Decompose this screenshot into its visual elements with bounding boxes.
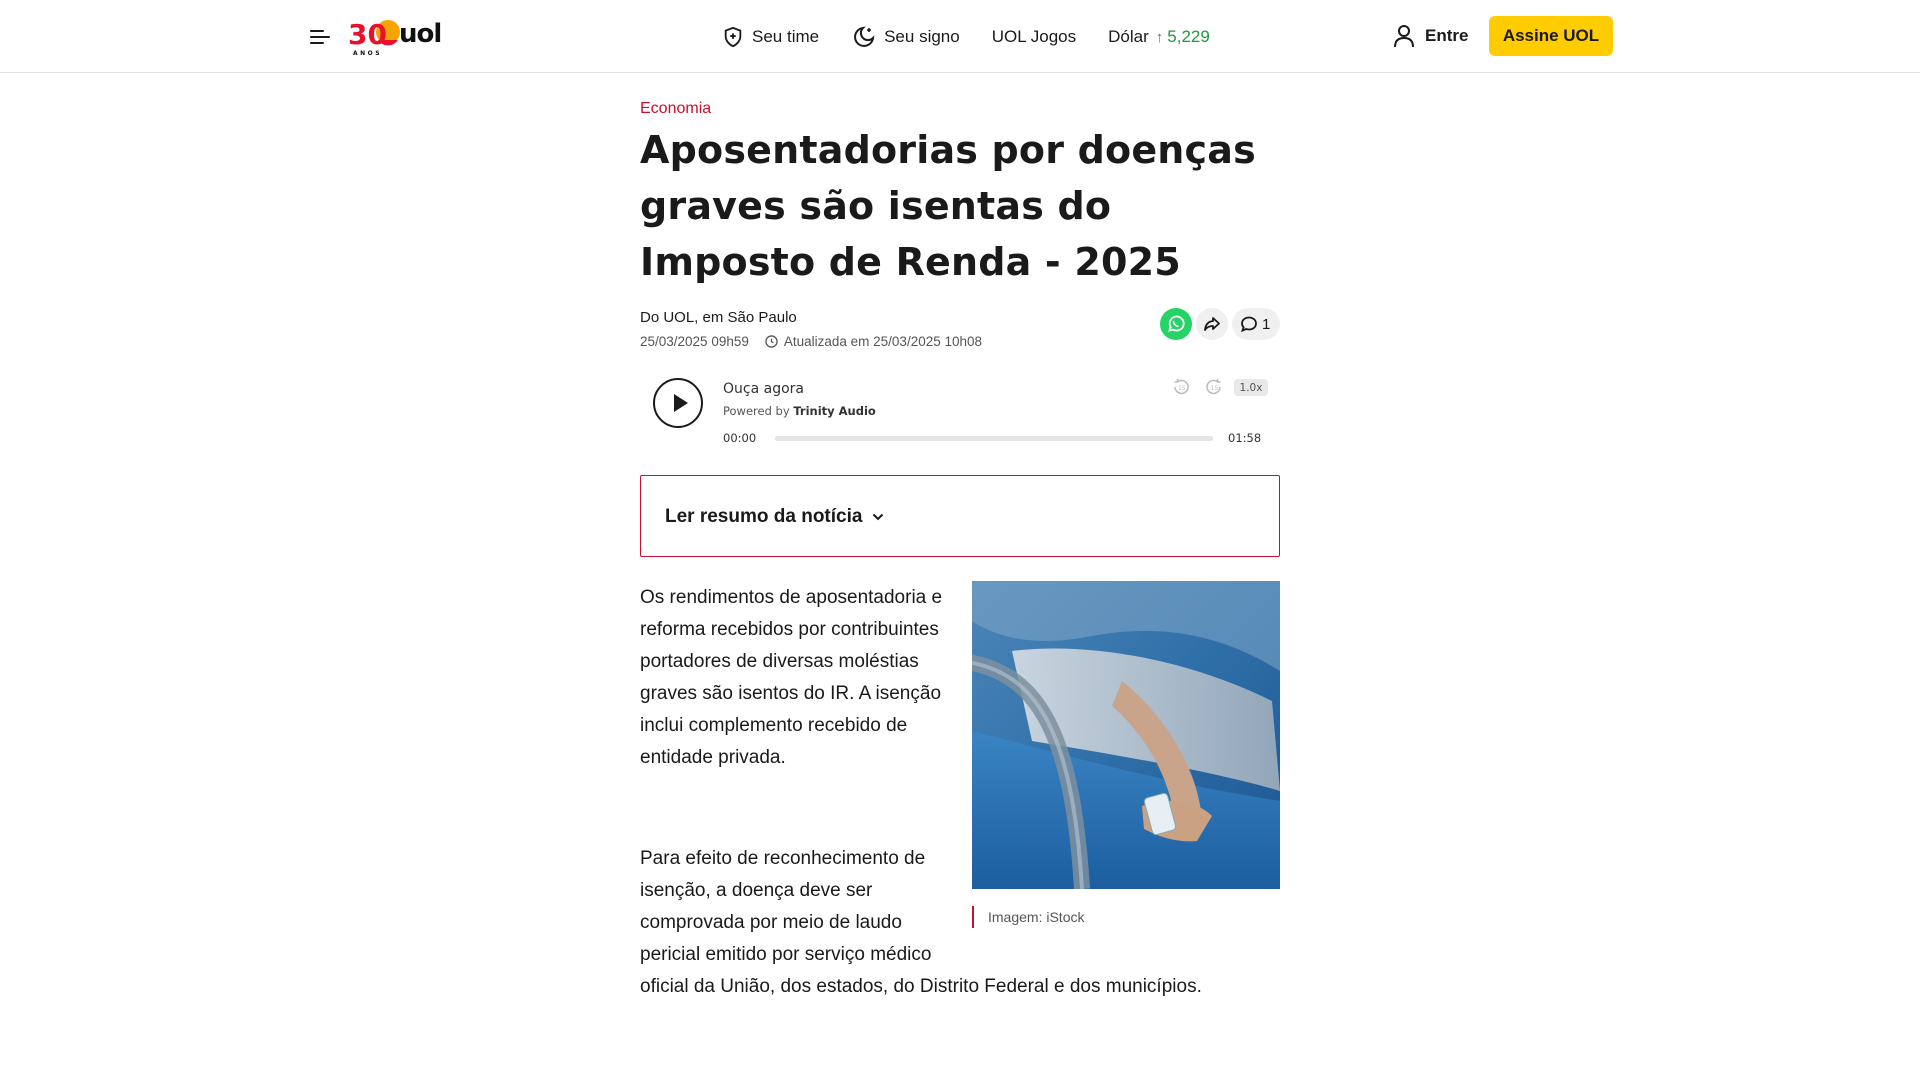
share-button[interactable] <box>1196 308 1228 340</box>
nav-seu-signo[interactable]: Seu signo <box>852 25 960 49</box>
chevron-down-icon <box>873 513 884 521</box>
powered-brand[interactable]: Trinity Audio <box>793 404 875 418</box>
dolar-value: 5,229 <box>1167 27 1210 46</box>
published-date: 25/03/2025 09h59 <box>640 334 749 349</box>
menu-icon[interactable] <box>308 25 332 49</box>
user-icon <box>1394 25 1414 48</box>
playback-speed-button[interactable]: 1.0x <box>1234 379 1268 396</box>
share-bar: 1 <box>1160 308 1281 340</box>
news-summary-toggle[interactable]: Ler resumo da notícia <box>640 475 1280 557</box>
play-icon[interactable] <box>653 378 703 428</box>
whatsapp-icon <box>1168 315 1185 332</box>
arrow-up-icon: ↑ <box>1155 28 1164 46</box>
comment-count: 1 <box>1262 315 1271 333</box>
shield-icon <box>724 26 742 48</box>
svg-text:15: 15 <box>1178 385 1186 392</box>
nav-seu-time-label: Seu time <box>752 27 820 46</box>
nav-seu-time[interactable]: Seu time <box>722 26 819 48</box>
audio-player: Ouça agora Powered by Trinity Audio 00:0… <box>640 370 1280 450</box>
summary-label: Ler resumo da notícia <box>665 506 884 528</box>
whatsapp-share-button[interactable] <box>1160 308 1192 340</box>
player-progress-bar[interactable] <box>775 436 1213 441</box>
player-current-time: 00:00 <box>723 431 757 445</box>
nav-seu-signo-label: Seu signo <box>884 27 960 46</box>
article-paragraph-2: Para efeito de reconhecimento de isenção,… <box>640 843 1220 1003</box>
svg-text:15: 15 <box>1211 385 1219 392</box>
article-dates: 25/03/2025 09h59 Atualizada em 25/03/202… <box>640 334 982 349</box>
powered-prefix: Powered by <box>723 404 790 418</box>
article-category[interactable]: Economia <box>640 100 711 118</box>
forward-icon[interactable]: 15 <box>1203 376 1225 398</box>
dolar-quote: ↑ 5,229 <box>1156 27 1210 47</box>
article-paragraph-1: Os rendimentos de aposentadoria e reform… <box>640 587 943 768</box>
article-title: Aposentadorias por doenças graves são is… <box>640 128 1256 284</box>
share-icon <box>1204 317 1220 331</box>
player-duration: 01:58 <box>1228 431 1262 445</box>
rewind-icon[interactable]: 15 <box>1170 376 1192 398</box>
comments-button[interactable]: 1 <box>1232 308 1281 340</box>
login-button[interactable]: Entre <box>1393 24 1468 48</box>
summary-label-text: Ler resumo da notícia <box>665 506 863 527</box>
clock-icon <box>765 335 778 348</box>
article-paragraph-2-text: Para efeito de reconhecimento de isenção,… <box>640 848 1202 997</box>
player-title: Ouça agora <box>723 381 804 397</box>
logo-sub-text: ANOS <box>353 50 382 57</box>
player-powered-by: Powered by Trinity Audio <box>723 404 876 418</box>
logo-anniversary-number: 30 <box>348 18 387 51</box>
subscribe-button[interactable]: Assine UOL <box>1489 16 1613 56</box>
nav-uol-jogos[interactable]: UOL Jogos <box>992 27 1076 47</box>
nav-uol-jogos-label: UOL Jogos <box>991 27 1077 46</box>
top-nav: Seu time Seu signo UOL Jogos Dólar ↑ 5,2… <box>722 22 1210 52</box>
uol-30-anos-logo[interactable]: 30 uol ANOS <box>348 14 444 58</box>
dolar-label: Dólar <box>1108 27 1149 46</box>
logo-uol-text: uol <box>399 19 441 49</box>
login-label: Entre <box>1425 26 1469 45</box>
article-byline: Do UOL, em São Paulo <box>640 309 797 326</box>
updated-date: Atualizada em 25/03/2025 10h08 <box>783 334 983 349</box>
nav-dolar[interactable]: Dólar ↑ 5,229 <box>1108 27 1210 47</box>
moon-stars-icon <box>854 26 875 47</box>
comment-icon <box>1241 316 1257 333</box>
top-header: 30 uol ANOS Seu time Seu signo UOL Jogos… <box>0 0 1920 73</box>
